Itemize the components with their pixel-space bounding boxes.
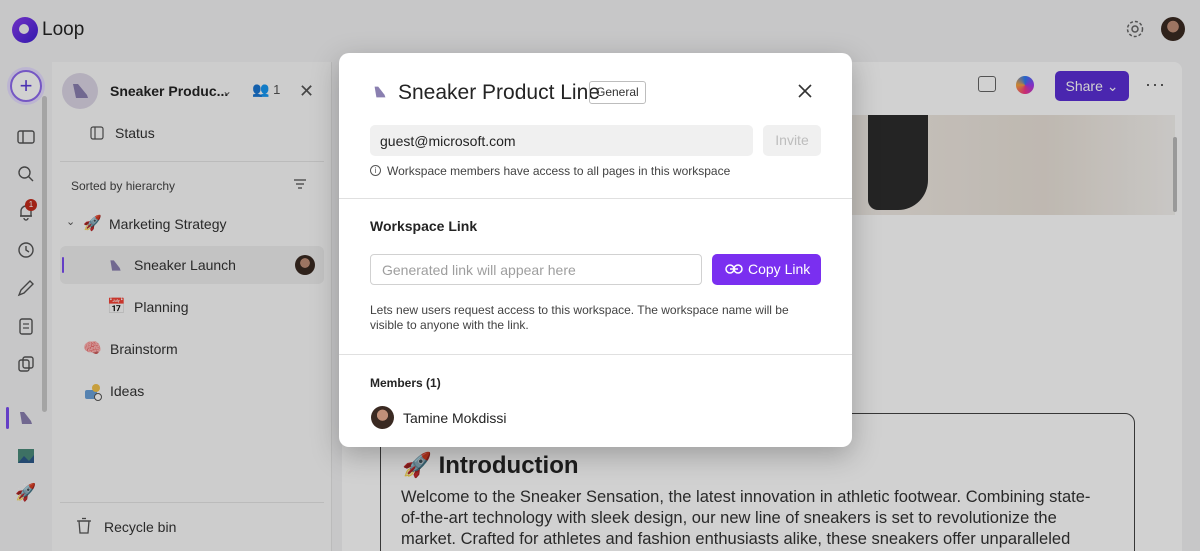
divider bbox=[339, 198, 852, 199]
dialog-title: Sneaker Product Line bbox=[398, 81, 600, 104]
sneaker-icon bbox=[374, 86, 386, 98]
invite-email-field[interactable] bbox=[370, 125, 753, 156]
workspace-badge: General bbox=[589, 81, 646, 104]
members-heading: Members (1) bbox=[370, 376, 441, 390]
avatar bbox=[371, 406, 394, 429]
link-description: Lets new users request access to this wo… bbox=[370, 303, 789, 332]
workspace-link-field[interactable] bbox=[370, 254, 702, 285]
invite-button[interactable]: Invite bbox=[763, 125, 821, 156]
close-icon[interactable] bbox=[796, 82, 814, 100]
access-info-text: Workspace members have access to all pag… bbox=[387, 164, 731, 178]
copy-link-button[interactable]: Copy Link bbox=[712, 254, 821, 285]
member-name: Tamine Mokdissi bbox=[403, 410, 507, 426]
share-workspace-dialog: Sneaker Product Line General Invite i Wo… bbox=[339, 53, 852, 447]
workspace-link-heading: Workspace Link bbox=[370, 218, 478, 234]
divider bbox=[339, 354, 852, 355]
info-icon: i bbox=[370, 165, 381, 176]
copy-link-label: Copy Link bbox=[748, 261, 811, 277]
link-icon bbox=[725, 264, 743, 274]
